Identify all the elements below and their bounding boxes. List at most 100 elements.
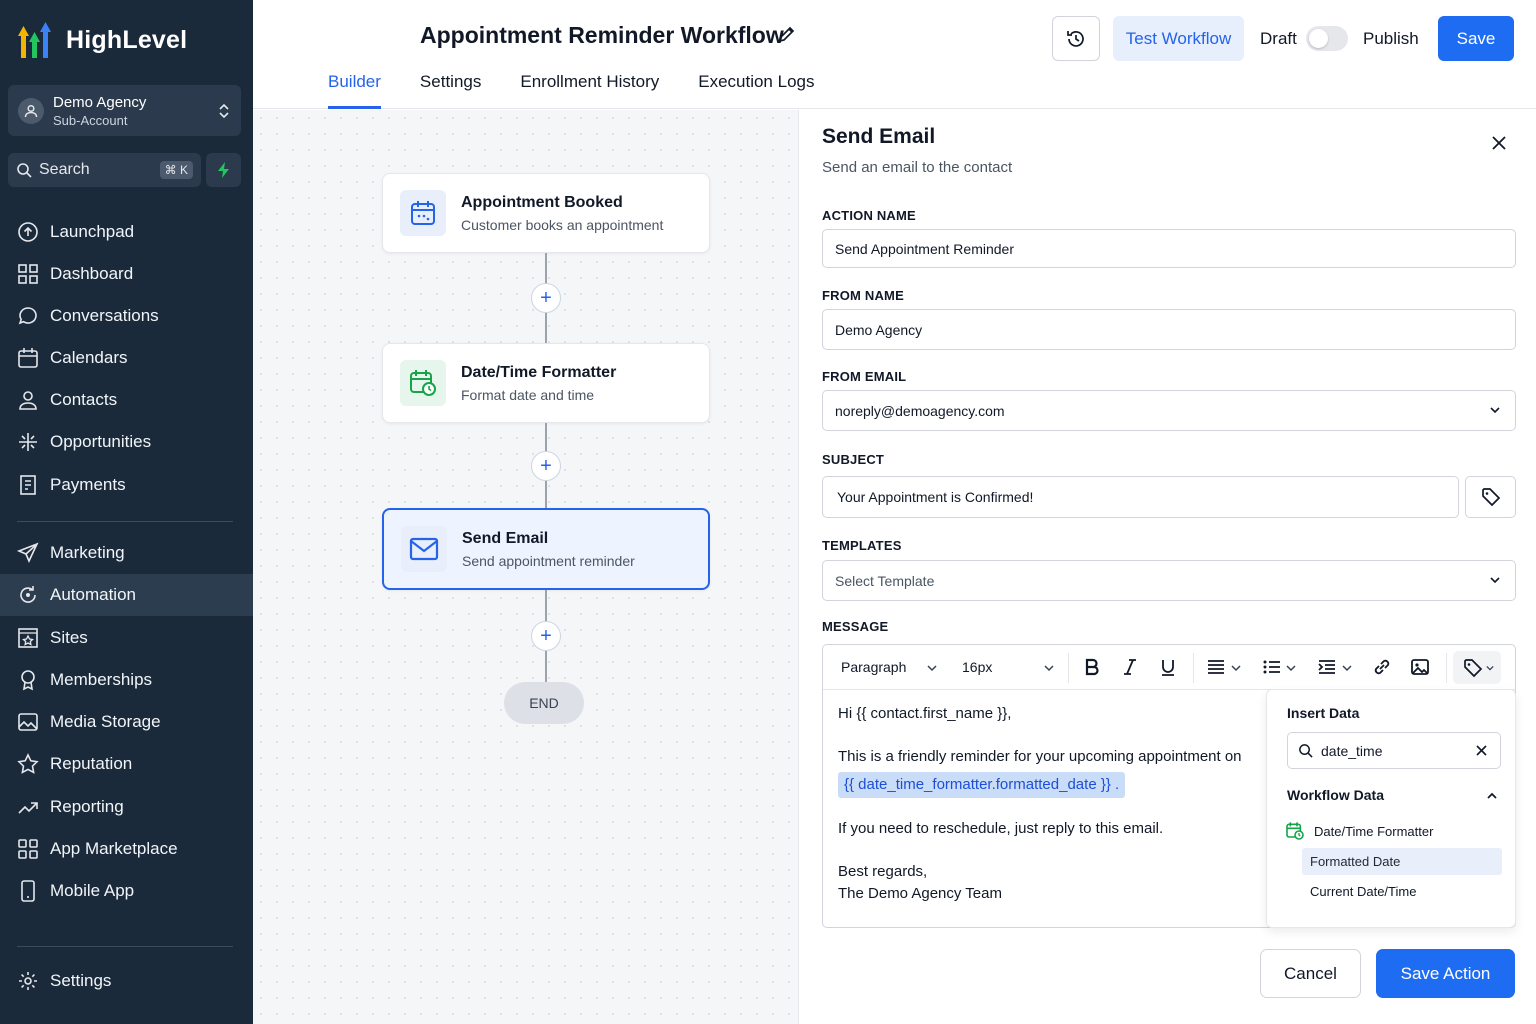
bullet-list-icon[interactable] [1262, 657, 1282, 677]
insert-data-search-input[interactable]: date_time [1287, 732, 1501, 769]
sidebar-item-automation[interactable]: Automation [0, 574, 253, 616]
section-header[interactable]: Workflow Data [1287, 787, 1384, 803]
from-email-select[interactable]: noreply@demoagency.com [822, 390, 1516, 431]
align-icon[interactable] [1206, 657, 1226, 677]
formatter-node[interactable]: Date/Time Formatter Format date and time [382, 343, 710, 423]
action-name-label: ACTION NAME [822, 208, 916, 223]
link-icon[interactable] [1372, 657, 1392, 677]
image-icon[interactable] [1410, 657, 1430, 677]
workflow-canvas[interactable]: Appointment Booked Customer books an app… [253, 110, 799, 1024]
sidebar-search[interactable]: Search ⌘ K [8, 153, 201, 187]
sidebar-item-launchpad[interactable]: Launchpad [0, 211, 253, 253]
italic-icon[interactable] [1120, 657, 1140, 677]
font-size-select[interactable]: 16px [962, 659, 992, 675]
test-workflow-button[interactable]: Test Workflow [1113, 16, 1244, 61]
connector-line [545, 651, 547, 682]
sidebar-item-label: Mobile App [50, 881, 135, 900]
connector-line [545, 590, 547, 621]
option-formatted-date[interactable]: Formatted Date [1302, 848, 1502, 875]
clear-icon[interactable] [1475, 744, 1488, 757]
from-name-input[interactable]: Demo Agency [822, 309, 1516, 350]
sidebar-item-opportunities[interactable]: Opportunities [0, 421, 253, 463]
template-select[interactable]: Select Template [822, 560, 1516, 601]
add-step-button[interactable]: + [531, 451, 561, 481]
sidebar-item-settings[interactable]: Settings [0, 960, 253, 1002]
end-node: END [504, 682, 584, 724]
send-email-node[interactable]: Send Email Send appointment reminder [382, 508, 710, 590]
sidebar-item-calendars[interactable]: Calendars [0, 337, 253, 379]
save-action-button[interactable]: Save Action [1376, 949, 1515, 998]
mail-icon [401, 526, 447, 572]
sidebar-item-mobile-app[interactable]: Mobile App [0, 870, 253, 912]
sidebar-item-payments[interactable]: Payments [0, 464, 253, 506]
account-switcher[interactable]: Demo Agency Sub-Account [8, 85, 241, 136]
message-body[interactable]: Hi {{ contact.first_name }}, This is a f… [838, 703, 1268, 905]
node-title: Date/Time Formatter [461, 363, 617, 381]
chevron-down-icon [927, 665, 937, 672]
chevron-down-icon [1044, 665, 1054, 672]
launchpad-icon [18, 222, 38, 242]
sidebar-item-contacts[interactable]: Contacts [0, 379, 253, 421]
chevron-up-icon[interactable] [1486, 790, 1498, 802]
add-step-button[interactable]: + [531, 283, 561, 313]
save-button[interactable]: Save [1438, 16, 1514, 61]
tab-execution-logs[interactable]: Execution Logs [698, 72, 814, 109]
insert-tag-button[interactable] [1465, 476, 1516, 518]
bold-icon[interactable] [1082, 657, 1102, 677]
close-icon[interactable] [1490, 134, 1508, 152]
input-value: Demo Agency [835, 321, 923, 338]
group-label: Date/Time Formatter [1314, 823, 1434, 839]
publish-toggle[interactable] [1306, 26, 1348, 51]
chevron-down-icon [1342, 665, 1352, 672]
action-name-input[interactable]: Send Appointment Reminder [822, 229, 1516, 268]
underline-icon[interactable] [1158, 657, 1178, 677]
sidebar-item-conversations[interactable]: Conversations [0, 295, 253, 337]
dropdown-title: Insert Data [1287, 705, 1360, 721]
variable-chip[interactable]: {{ date_time_formatter.formatted_date }}… [838, 772, 1126, 798]
input-value: Send Appointment Reminder [835, 240, 1014, 257]
version-history-button[interactable] [1052, 16, 1100, 61]
chevron-updown-icon [219, 103, 229, 118]
pencil-icon[interactable] [777, 24, 797, 44]
trigger-node[interactable]: Appointment Booked Customer books an app… [382, 173, 710, 253]
connector-line [545, 481, 547, 508]
brand-logo[interactable]: HighLevel [18, 20, 187, 60]
highlevel-logo-icon [18, 22, 51, 58]
toggle-knob [1309, 29, 1328, 48]
tab-builder[interactable]: Builder [328, 72, 381, 109]
sidebar-item-label: Conversations [50, 306, 159, 325]
sidebar-item-memberships[interactable]: Memberships [0, 659, 253, 701]
variable-period: . [1115, 776, 1120, 793]
action-panel: Send Email Send an email to the contact … [800, 110, 1536, 1024]
indent-icon[interactable] [1317, 657, 1337, 677]
panel-subtitle: Send an email to the contact [822, 159, 1013, 176]
block-format-select[interactable]: Paragraph [841, 659, 906, 675]
sidebar-item-app-marketplace[interactable]: App Marketplace [0, 828, 253, 870]
sidebar-item-media-storage[interactable]: Media Storage [0, 701, 253, 743]
cancel-button[interactable]: Cancel [1260, 949, 1361, 998]
node-title: Appointment Booked [461, 193, 623, 211]
insert-data-toolbar-button[interactable] [1453, 651, 1501, 684]
sidebar-item-reporting[interactable]: Reporting [0, 786, 253, 828]
chevron-down-icon [1286, 665, 1296, 672]
tab-settings[interactable]: Settings [420, 72, 481, 109]
sidebar-item-reputation[interactable]: Reputation [0, 743, 253, 785]
templates-label: TEMPLATES [822, 538, 902, 553]
sidebar-item-dashboard[interactable]: Dashboard [0, 253, 253, 295]
option-current-date-time[interactable]: Current Date/Time [1302, 878, 1502, 905]
connector-line [545, 423, 547, 451]
quick-actions-button[interactable] [206, 153, 241, 187]
sidebar-item-marketing[interactable]: Marketing [0, 532, 253, 574]
from-name-label: FROM NAME [822, 288, 904, 303]
sidebar-item-label: Automation [50, 585, 136, 604]
subject-input[interactable]: Your Appointment is Confirmed! [822, 476, 1459, 518]
connector-line [545, 253, 547, 286]
search-icon [17, 163, 32, 178]
draft-label: Draft [1260, 29, 1297, 48]
input-value: Your Appointment is Confirmed! [837, 489, 1034, 505]
select-value: noreply@demoagency.com [835, 402, 1005, 419]
group-date-time-formatter[interactable]: Date/Time Formatter [1285, 821, 1433, 841]
add-step-button[interactable]: + [531, 621, 561, 651]
sidebar-item-sites[interactable]: Sites [0, 617, 253, 659]
tab-enrollment-history[interactable]: Enrollment History [520, 72, 659, 109]
